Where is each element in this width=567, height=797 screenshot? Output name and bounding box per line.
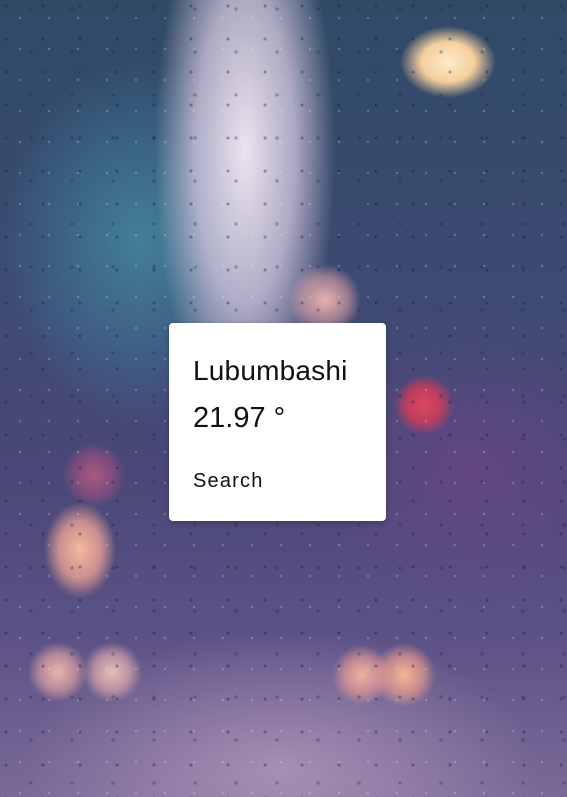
- search-button[interactable]: Search: [185, 463, 272, 499]
- weather-card: Lubumbashi 21.97 ° Search: [169, 323, 386, 521]
- city-name: Lubumbashi: [193, 355, 348, 386]
- temperature-value: 21.97 °: [193, 402, 286, 434]
